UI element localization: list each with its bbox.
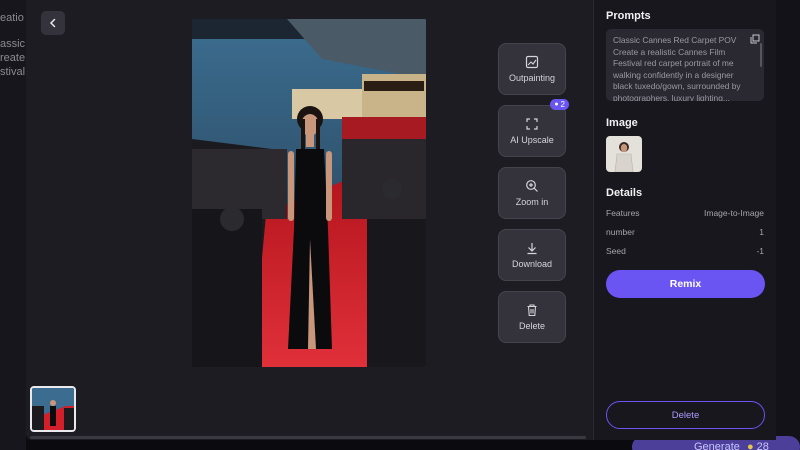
prompt-text-box[interactable]: Classic Cannes Red Carpet POV Create a r… — [606, 29, 764, 101]
download-label: Download — [511, 259, 553, 269]
detail-row-seed: Seed -1 — [606, 246, 764, 256]
prompts-heading: Prompts — [606, 10, 651, 22]
copy-icon[interactable] — [750, 34, 760, 48]
horizontal-scrollbar[interactable] — [30, 436, 586, 439]
outpaint-icon — [525, 55, 539, 69]
detail-row-features: Features Image-to-Image — [606, 208, 764, 218]
delete-action-label: Delete — [518, 321, 545, 331]
zoom-in-label: Zoom in — [515, 197, 549, 207]
delete-action-button[interactable]: Delete — [498, 291, 566, 343]
image-detail-modal: Outpainting ● 2 AI Upscale Zoom in Downlo… — [26, 0, 776, 440]
main-image — [192, 19, 426, 367]
reference-image-thumbnail[interactable] — [606, 136, 642, 172]
chevron-left-icon — [49, 18, 56, 28]
ghost-text: assic — [0, 38, 26, 50]
detail-row-number: number 1 — [606, 227, 764, 237]
zoom-in-icon — [525, 179, 539, 193]
download-icon — [525, 241, 539, 255]
ghost-text: stival — [0, 66, 26, 78]
details-heading: Details — [606, 187, 643, 199]
ghost-text: reate — [0, 52, 26, 64]
zoom-in-button[interactable]: Zoom in — [498, 167, 566, 219]
details-panel: Prompts Classic Cannes Red Carpet POV Cr… — [593, 0, 776, 440]
download-button[interactable]: Download — [498, 229, 566, 281]
ai-upscale-label: AI Upscale — [510, 135, 554, 145]
prompt-text: Classic Cannes Red Carpet POV Create a r… — [613, 35, 741, 101]
background-sidebar: eatio assic reate stival — [0, 0, 26, 450]
remix-button[interactable]: Remix — [606, 270, 765, 298]
trash-icon — [525, 303, 539, 317]
outpainting-button[interactable]: Outpainting — [498, 43, 566, 95]
image-thumbnail[interactable] — [30, 386, 76, 432]
ai-upscale-button[interactable]: ● 2 AI Upscale — [498, 99, 569, 157]
back-button[interactable] — [41, 11, 65, 35]
upscale-credit-badge: ● 2 — [550, 99, 569, 110]
prompt-scrollbar[interactable] — [760, 43, 762, 67]
image-heading: Image — [606, 117, 638, 129]
upscale-icon — [525, 117, 539, 131]
background-right-rail — [776, 0, 800, 450]
outpainting-label: Outpainting — [508, 73, 556, 83]
app-stage: eatio assic reate stival Generate ● 28 O… — [0, 0, 800, 450]
ghost-text: eatio — [0, 12, 24, 24]
delete-button[interactable]: Delete — [606, 401, 765, 429]
